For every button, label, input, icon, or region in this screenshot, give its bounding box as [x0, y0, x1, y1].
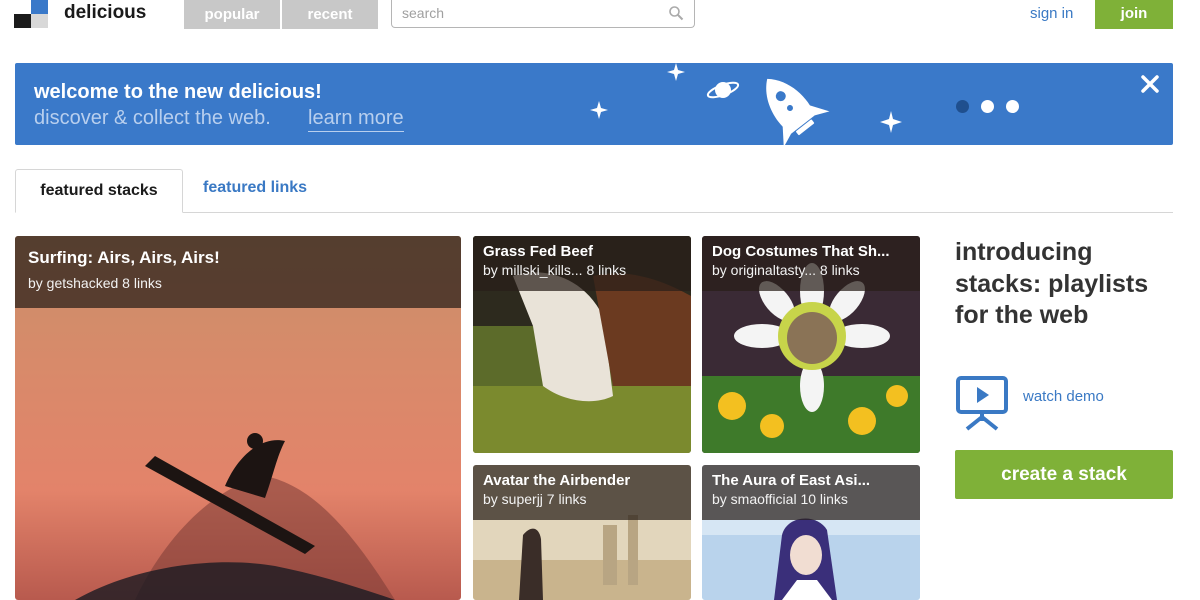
banner-subtitle: discover & collect the web.	[34, 107, 271, 129]
stack-caption: Avatar the Airbender by superjj 7 links	[473, 465, 691, 520]
logo-square-blue	[31, 0, 48, 14]
carousel-dot-3[interactable]	[1006, 100, 1019, 113]
tab-popular[interactable]: popular	[184, 0, 280, 29]
top-bar: delicious popular recent sign in join	[0, 0, 1200, 36]
rocket-icon	[766, 78, 830, 145]
search-box	[391, 0, 695, 28]
content-tabs: featured stacks featured links	[15, 169, 1173, 213]
brand-name[interactable]: delicious	[64, 2, 146, 24]
learn-more-link[interactable]: learn more	[308, 107, 404, 132]
search-icon[interactable]	[668, 5, 684, 21]
tab-recent[interactable]: recent	[282, 0, 378, 29]
stack-meta: by getshacked 8 links	[28, 275, 162, 291]
tab-featured-stacks[interactable]: featured stacks	[15, 169, 183, 213]
stack-card[interactable]: Dog Costumes That Sh... by originaltasty…	[702, 236, 920, 453]
sparkle-icon	[880, 111, 902, 133]
banner-title: welcome to the new delicious!	[34, 81, 322, 103]
logo-square-black	[14, 14, 31, 28]
stack-card[interactable]: The Aura of East Asi... by smaofficial 1…	[702, 465, 920, 600]
stack-title[interactable]: Grass Fed Beef	[483, 243, 681, 260]
stack-title[interactable]: Avatar the Airbender	[483, 472, 681, 489]
search-input[interactable]	[402, 0, 662, 26]
stack-title[interactable]: Dog Costumes That Sh...	[712, 243, 910, 260]
stack-caption: Dog Costumes That Sh... by originaltasty…	[702, 236, 920, 291]
close-icon[interactable]	[1139, 73, 1161, 95]
presentation-play-icon[interactable]	[955, 375, 1009, 431]
stacks-intro-heading: introducing stacks: playlists for the we…	[955, 238, 1149, 329]
watch-demo-link[interactable]: watch demo	[1023, 388, 1104, 405]
logo-square-gray	[31, 14, 48, 28]
stack-caption: Grass Fed Beef by millski_kills... 8 lin…	[473, 236, 691, 291]
welcome-banner: welcome to the new delicious! discover &…	[15, 63, 1173, 145]
stack-card[interactable]: Grass Fed Beef by millski_kills... 8 lin…	[473, 236, 691, 453]
rocket-illustration	[590, 63, 830, 145]
stack-caption: Surfing: Airs, Airs, Airs! by getshacked…	[15, 236, 461, 308]
stack-card[interactable]: Avatar the Airbender by superjj 7 links	[473, 465, 691, 600]
planet-icon	[706, 81, 740, 99]
carousel-dot-2[interactable]	[981, 100, 994, 113]
tab-featured-links[interactable]: featured links	[203, 179, 307, 197]
stack-title[interactable]: The Aura of East Asi...	[712, 472, 910, 489]
sign-in-link[interactable]: sign in	[1030, 5, 1073, 22]
join-button[interactable]: join	[1095, 0, 1173, 29]
stack-meta: by millski_kills... 8 links	[483, 262, 627, 278]
stack-card[interactable]: Surfing: Airs, Airs, Airs! by getshacked…	[15, 236, 461, 600]
stack-caption: The Aura of East Asi... by smaofficial 1…	[702, 465, 920, 520]
stack-title[interactable]: Surfing: Airs, Airs, Airs!	[28, 248, 448, 268]
stack-meta: by superjj 7 links	[483, 491, 587, 507]
delicious-logo[interactable]	[14, 0, 48, 30]
stack-meta: by smaofficial 10 links	[712, 491, 848, 507]
carousel-dot-1[interactable]	[956, 100, 969, 113]
create-stack-button[interactable]: create a stack	[955, 450, 1173, 499]
stack-meta: by originaltasty... 8 links	[712, 262, 860, 278]
